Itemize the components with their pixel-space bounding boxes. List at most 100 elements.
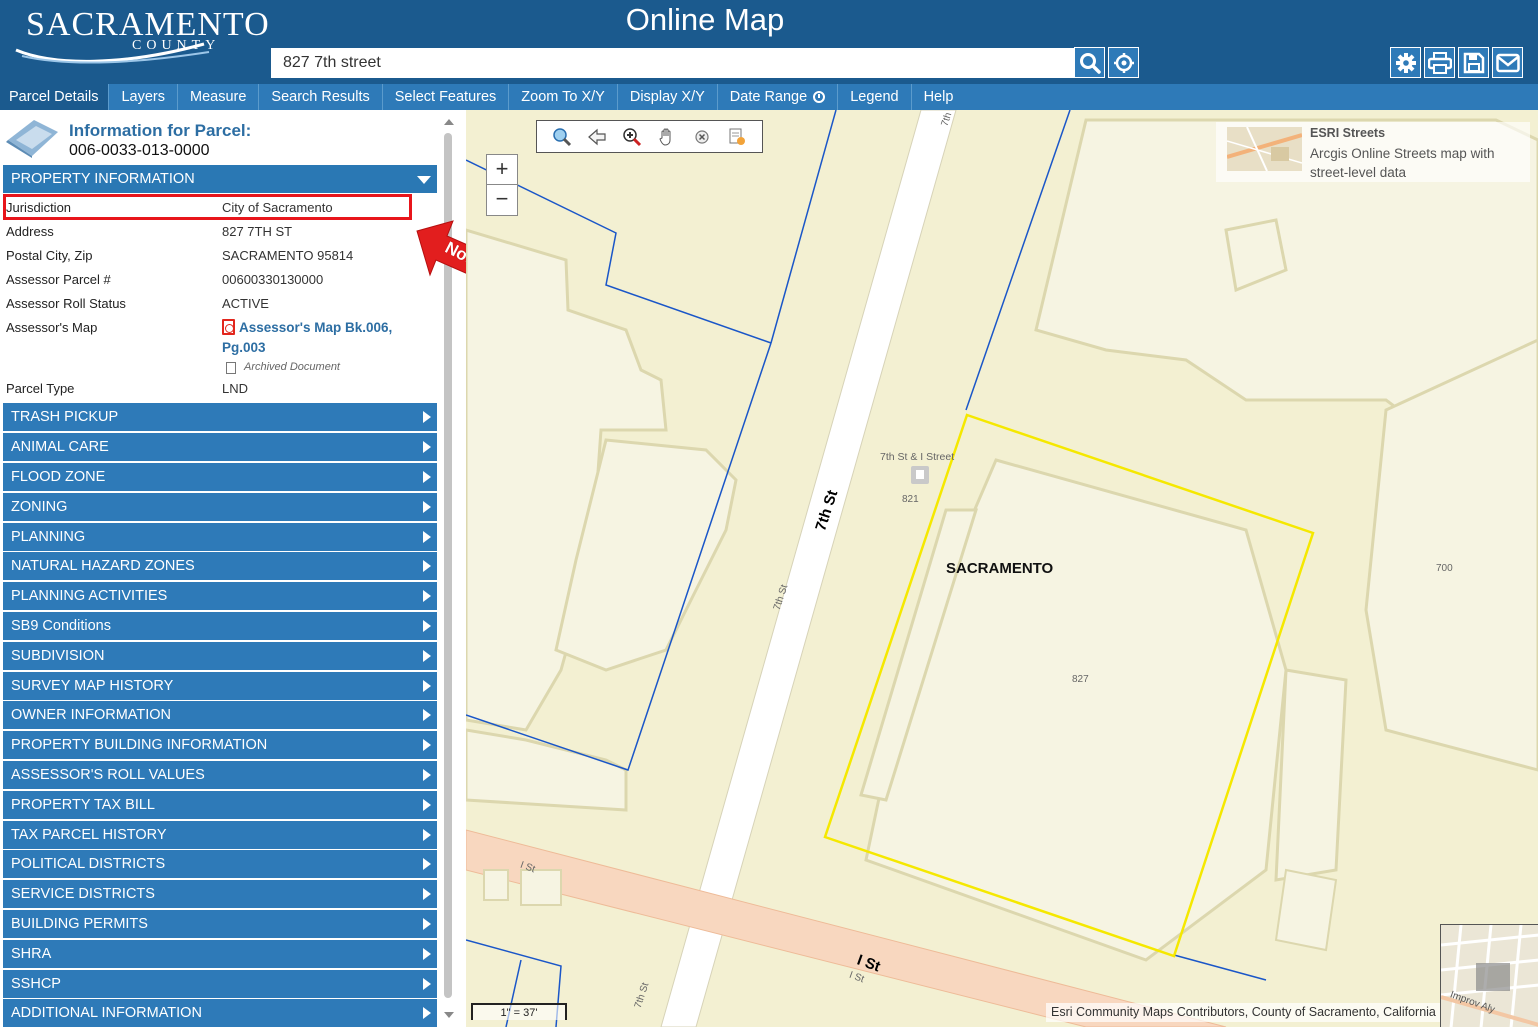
parcel-icon <box>6 120 58 158</box>
address-label: 827 <box>1072 674 1089 685</box>
section-sb9-conditions[interactable]: SB9 Conditions <box>3 612 437 640</box>
chevron-right-icon <box>423 858 431 870</box>
hand-icon <box>659 128 671 146</box>
main-menu: Parcel Details Layers Measure Search Res… <box>0 84 1538 110</box>
document-icon <box>226 362 236 374</box>
arrow-left-icon <box>588 128 606 145</box>
gear-icon <box>1395 52 1416 73</box>
assessors-map-link-text: Assessor's Map Bk.006, Pg.003 <box>222 320 393 355</box>
section-property-tax-bill[interactable]: PROPERTY TAX BILL <box>3 791 437 819</box>
section-building-permits[interactable]: BUILDING PERMITS <box>3 910 437 938</box>
tab-legend[interactable]: Legend <box>838 84 912 110</box>
section-label: PLANNING <box>11 529 86 545</box>
tab-search-results[interactable]: Search Results <box>259 84 383 110</box>
section-label: BUILDING PERMITS <box>11 916 148 932</box>
previous-extent-button[interactable] <box>586 126 608 148</box>
print-button[interactable] <box>1424 47 1455 78</box>
section-shra[interactable]: SHRA <box>3 940 437 968</box>
tab-date-range[interactable]: Date Range <box>718 84 839 110</box>
pdf-icon <box>222 319 235 335</box>
save-button[interactable] <box>1458 47 1489 78</box>
county-logo[interactable]: SACRAMENTO COUNTY <box>14 2 269 76</box>
basemap-name: ESRI Streets <box>1310 126 1386 140</box>
prop-value: SACRAMENTO 95814 <box>222 248 354 263</box>
section-flood-zone[interactable]: FLOOD ZONE <box>3 463 437 491</box>
building <box>1274 868 1338 952</box>
section-trash-pickup[interactable]: TRASH PICKUP <box>3 403 437 431</box>
section-property-building-information[interactable]: PROPERTY BUILDING INFORMATION <box>3 731 437 759</box>
prop-value: ACTIVE <box>222 296 269 311</box>
section-label: POLITICAL DISTRICTS <box>11 856 166 872</box>
section-natural-hazard-zones[interactable]: NATURAL HAZARD ZONES <box>3 552 437 580</box>
section-subdivision[interactable]: SUBDIVISION <box>3 642 437 670</box>
zoom-full-extent-button[interactable] <box>551 126 573 148</box>
section-label: ADDITIONAL INFORMATION <box>11 1005 202 1021</box>
section-label: SHRA <box>11 946 52 962</box>
chevron-right-icon <box>423 829 431 841</box>
scale-bar: 1" = 37' <box>471 1003 567 1020</box>
envelope-icon <box>1495 53 1520 72</box>
map-view[interactable]: 7th St 7th St 7th St 7th I St I St I St … <box>466 110 1538 1027</box>
settings-button[interactable] <box>1390 47 1421 78</box>
clock-icon <box>813 91 826 103</box>
section-label: ZONING <box>11 499 68 515</box>
section-sshcp[interactable]: SSHCP <box>3 970 437 998</box>
chevron-right-icon <box>423 1007 431 1019</box>
parcel-id: 006-0033-013-0000 <box>69 142 210 159</box>
tab-zoom-to-xy[interactable]: Zoom To X/Y <box>509 84 618 110</box>
section-zoning[interactable]: ZONING <box>3 493 437 521</box>
section-planning-activities[interactable]: PLANNING ACTIVITIES <box>3 582 437 610</box>
chevron-right-icon <box>423 978 431 990</box>
overview-map[interactable]: Improv Aly <box>1440 924 1538 1027</box>
parcel-header: Information for Parcel: 006-0033-013-000… <box>0 110 440 165</box>
section-label: SSHCP <box>11 976 61 992</box>
section-property-information[interactable]: PROPERTY INFORMATION <box>3 165 437 193</box>
prop-label: Parcel Type <box>6 381 75 396</box>
locate-button[interactable] <box>1108 47 1139 78</box>
section-owner-information[interactable]: OWNER INFORMATION <box>3 701 437 729</box>
section-animal-care[interactable]: ANIMAL CARE <box>3 433 437 461</box>
section-political-districts[interactable]: POLITICAL DISTRICTS <box>3 850 437 878</box>
basemap-info[interactable]: ESRI Streets Arcgis Online Streets map w… <box>1216 122 1530 182</box>
transit-stop-label: 7th St & I Street <box>880 451 955 463</box>
section-label: SURVEY MAP HISTORY <box>11 678 174 694</box>
basemap-thumbnail <box>1227 127 1302 171</box>
scroll-down-icon[interactable] <box>444 1012 454 1018</box>
zoom-in-tool-button[interactable] <box>621 126 643 148</box>
zoom-in-button[interactable]: + <box>487 155 517 185</box>
chevron-right-icon <box>423 769 431 781</box>
app-header: SACRAMENTO COUNTY Online Map <box>0 0 1538 84</box>
prop-label: Assessor's Map <box>6 320 98 335</box>
chevron-right-icon <box>423 560 431 572</box>
tab-help[interactable]: Help <box>912 84 966 110</box>
building <box>1274 668 1348 882</box>
section-planning[interactable]: PLANNING <box>3 523 437 551</box>
identify-button[interactable] <box>726 126 748 148</box>
chevron-right-icon <box>423 441 431 453</box>
chevron-right-icon <box>423 620 431 632</box>
search-input[interactable] <box>271 48 1074 78</box>
tab-display-xy[interactable]: Display X/Y <box>618 84 718 110</box>
section-additional-information[interactable]: ADDITIONAL INFORMATION <box>3 999 437 1027</box>
section-label: PROPERTY TAX BILL <box>11 797 155 813</box>
section-survey-map-history[interactable]: SURVEY MAP HISTORY <box>3 672 437 700</box>
assessors-map-link[interactable]: Assessor's Map Bk.006, Pg.003 <box>222 318 422 358</box>
email-button[interactable] <box>1492 47 1523 78</box>
section-assessors-roll-values[interactable]: ASSESSOR'S ROLL VALUES <box>3 761 437 789</box>
address-label: 700 <box>1436 563 1453 574</box>
scroll-up-icon[interactable] <box>444 119 454 125</box>
search-button[interactable] <box>1074 47 1105 78</box>
section-label: PROPERTY INFORMATION <box>11 171 195 187</box>
tab-parcel-details[interactable]: Parcel Details <box>0 84 110 110</box>
bus-stop-icon <box>911 466 929 484</box>
section-service-districts[interactable]: SERVICE DISTRICTS <box>3 880 437 908</box>
tab-layers[interactable]: Layers <box>109 84 178 110</box>
tab-measure[interactable]: Measure <box>178 84 260 110</box>
address-label: 821 <box>902 494 919 505</box>
pan-button[interactable] <box>656 126 678 148</box>
print-icon <box>1427 51 1452 74</box>
zoom-out-button[interactable]: − <box>487 185 517 215</box>
tab-select-features[interactable]: Select Features <box>383 84 510 110</box>
section-tax-parcel-history[interactable]: TAX PARCEL HISTORY <box>3 821 437 849</box>
clear-button[interactable] <box>691 126 713 148</box>
